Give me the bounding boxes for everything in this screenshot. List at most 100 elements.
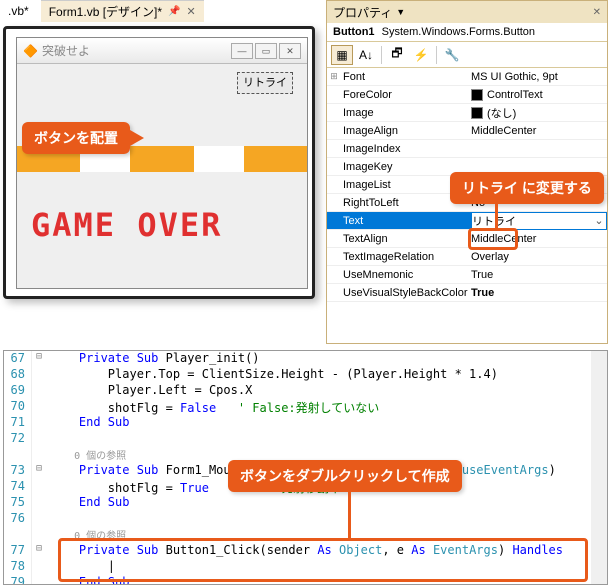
property-pages-icon[interactable]: 🔧	[441, 45, 463, 65]
properties-toolbar: ▦ A↓ 🗗 ⚡ 🔧	[327, 42, 607, 68]
game-over-label: GAME OVER	[31, 206, 222, 244]
property-name: Text	[341, 215, 471, 227]
property-value[interactable]: True	[471, 269, 607, 281]
code-line[interactable]: 72	[4, 431, 607, 447]
expand-icon[interactable]: ⊞	[327, 71, 341, 82]
property-name: ForeColor	[341, 89, 471, 101]
color-swatch-icon	[471, 107, 483, 119]
form-title-text: 突破せよ	[42, 42, 90, 59]
close-icon[interactable]: ✕	[187, 5, 196, 18]
property-value[interactable]: Overlay	[471, 251, 607, 263]
property-value[interactable]: True	[471, 287, 607, 299]
property-value[interactable]: (なし)	[471, 105, 607, 121]
line-number: 78	[4, 559, 32, 575]
property-row[interactable]: UseMnemonicTrue	[327, 266, 607, 284]
code-line[interactable]: 68 Player.Top = ClientSize.Height - (Pla…	[4, 367, 607, 383]
property-name: UseVisualStyleBackColor	[341, 287, 471, 299]
line-number: 74	[4, 479, 32, 495]
code-text	[46, 431, 50, 447]
property-row[interactable]: UseVisualStyleBackColorTrue	[327, 284, 607, 302]
fold-icon[interactable]	[32, 495, 46, 511]
code-line[interactable]: 70 shotFlg = False ' False:発射していない	[4, 399, 607, 415]
form-titlebar: 🔶 突破せよ — ▭ ✕	[17, 38, 307, 64]
property-row[interactable]: ⊞FontMS UI Gothic, 9pt	[327, 68, 607, 86]
fold-icon[interactable]: ⊟	[32, 351, 46, 367]
code-text: End Sub	[46, 495, 129, 511]
dropdown-icon[interactable]: ⌄	[592, 214, 606, 227]
form-window[interactable]: 🔶 突破せよ — ▭ ✕ リトライ GAME OVER	[16, 37, 308, 289]
categorized-icon[interactable]: ▦	[331, 45, 353, 65]
dropdown-icon[interactable]: ▼	[396, 7, 405, 17]
tab-label: Form1.vb [デザイン]*	[49, 3, 162, 20]
property-value[interactable]: ControlText	[471, 89, 607, 101]
highlight-new-sub	[58, 538, 588, 582]
line-number	[4, 527, 32, 543]
fold-icon[interactable]	[32, 399, 46, 415]
fold-icon[interactable]	[32, 415, 46, 431]
line-number: 76	[4, 511, 32, 527]
line-number: 71	[4, 415, 32, 431]
property-row[interactable]: ImageAlignMiddleCenter	[327, 122, 607, 140]
property-name: ImageKey	[341, 161, 471, 173]
property-value[interactable]: MS UI Gothic, 9pt	[471, 71, 607, 83]
code-text: Player.Left = Cpos.X	[46, 383, 252, 399]
panel-close-icon[interactable]: ✕	[593, 7, 601, 18]
pin-icon[interactable]: 📌	[168, 6, 180, 17]
properties-icon[interactable]: 🗗	[386, 45, 408, 65]
property-row[interactable]: Image(なし)	[327, 104, 607, 122]
callout-double-click: ボタンをダブルクリックして作成	[228, 460, 462, 492]
events-icon[interactable]: ⚡	[410, 45, 432, 65]
property-row[interactable]: TextImageRelationOverlay	[327, 248, 607, 266]
alphabetical-icon[interactable]: A↓	[355, 45, 377, 65]
line-number: 75	[4, 495, 32, 511]
code-text	[46, 511, 50, 527]
fold-icon[interactable]	[32, 527, 46, 543]
line-number: 73	[4, 463, 32, 479]
property-row[interactable]: ForeColorControlText	[327, 86, 607, 104]
maximize-icon[interactable]: ▭	[255, 43, 277, 59]
fold-icon[interactable]: ⊟	[32, 543, 46, 559]
fold-icon[interactable]	[32, 383, 46, 399]
tab-designer[interactable]: Form1.vb [デザイン]* 📌 ✕	[41, 0, 204, 22]
line-number: 72	[4, 431, 32, 447]
property-row[interactable]: ImageIndex	[327, 140, 607, 158]
fold-icon[interactable]	[32, 559, 46, 575]
tab-vb-file[interactable]: .vb*	[0, 2, 37, 20]
property-value[interactable]: リトライ⌄	[471, 212, 607, 230]
property-name: UseMnemonic	[341, 269, 471, 281]
line-number: 67	[4, 351, 32, 367]
property-name: Font	[341, 71, 471, 83]
highlight-text-value	[468, 228, 518, 250]
code-line[interactable]: 71 End Sub	[4, 415, 607, 431]
code-text: 0 個の参照	[46, 447, 126, 463]
line-number: 68	[4, 367, 32, 383]
fold-icon[interactable]: ⊟	[32, 463, 46, 479]
fold-icon[interactable]	[32, 575, 46, 585]
property-row[interactable]: TextAlignMiddleCenter	[327, 230, 607, 248]
code-text: Player.Top = ClientSize.Height - (Player…	[46, 367, 498, 383]
minimize-icon[interactable]: —	[231, 43, 253, 59]
fold-icon[interactable]	[32, 431, 46, 447]
form-designer: 🔶 突破せよ — ▭ ✕ リトライ GAME OVER	[3, 26, 315, 299]
callout-change-text: リトライ に変更する	[450, 172, 604, 204]
code-text: End Sub	[46, 415, 129, 431]
line-number: 70	[4, 399, 32, 415]
fold-icon[interactable]	[32, 479, 46, 495]
fold-icon[interactable]	[32, 447, 46, 463]
property-value[interactable]: MiddleCenter	[471, 125, 607, 137]
line-number: 79	[4, 575, 32, 585]
property-name: ImageAlign	[341, 125, 471, 137]
property-row[interactable]: Textリトライ⌄	[327, 212, 607, 230]
properties-object[interactable]: Button1 System.Windows.Forms.Button	[327, 23, 607, 42]
fold-icon[interactable]	[32, 367, 46, 383]
vertical-scrollbar[interactable]	[591, 351, 607, 584]
line-number: 69	[4, 383, 32, 399]
fold-icon[interactable]	[32, 511, 46, 527]
retry-button[interactable]: リトライ	[237, 72, 293, 94]
code-line[interactable]: 67⊟ Private Sub Player_init()	[4, 351, 607, 367]
property-name: TextImageRelation	[341, 251, 471, 263]
close-window-icon[interactable]: ✕	[279, 43, 301, 59]
code-line[interactable]: 69 Player.Left = Cpos.X	[4, 383, 607, 399]
code-line[interactable]: 76	[4, 511, 607, 527]
code-line[interactable]: 75 End Sub	[4, 495, 607, 511]
